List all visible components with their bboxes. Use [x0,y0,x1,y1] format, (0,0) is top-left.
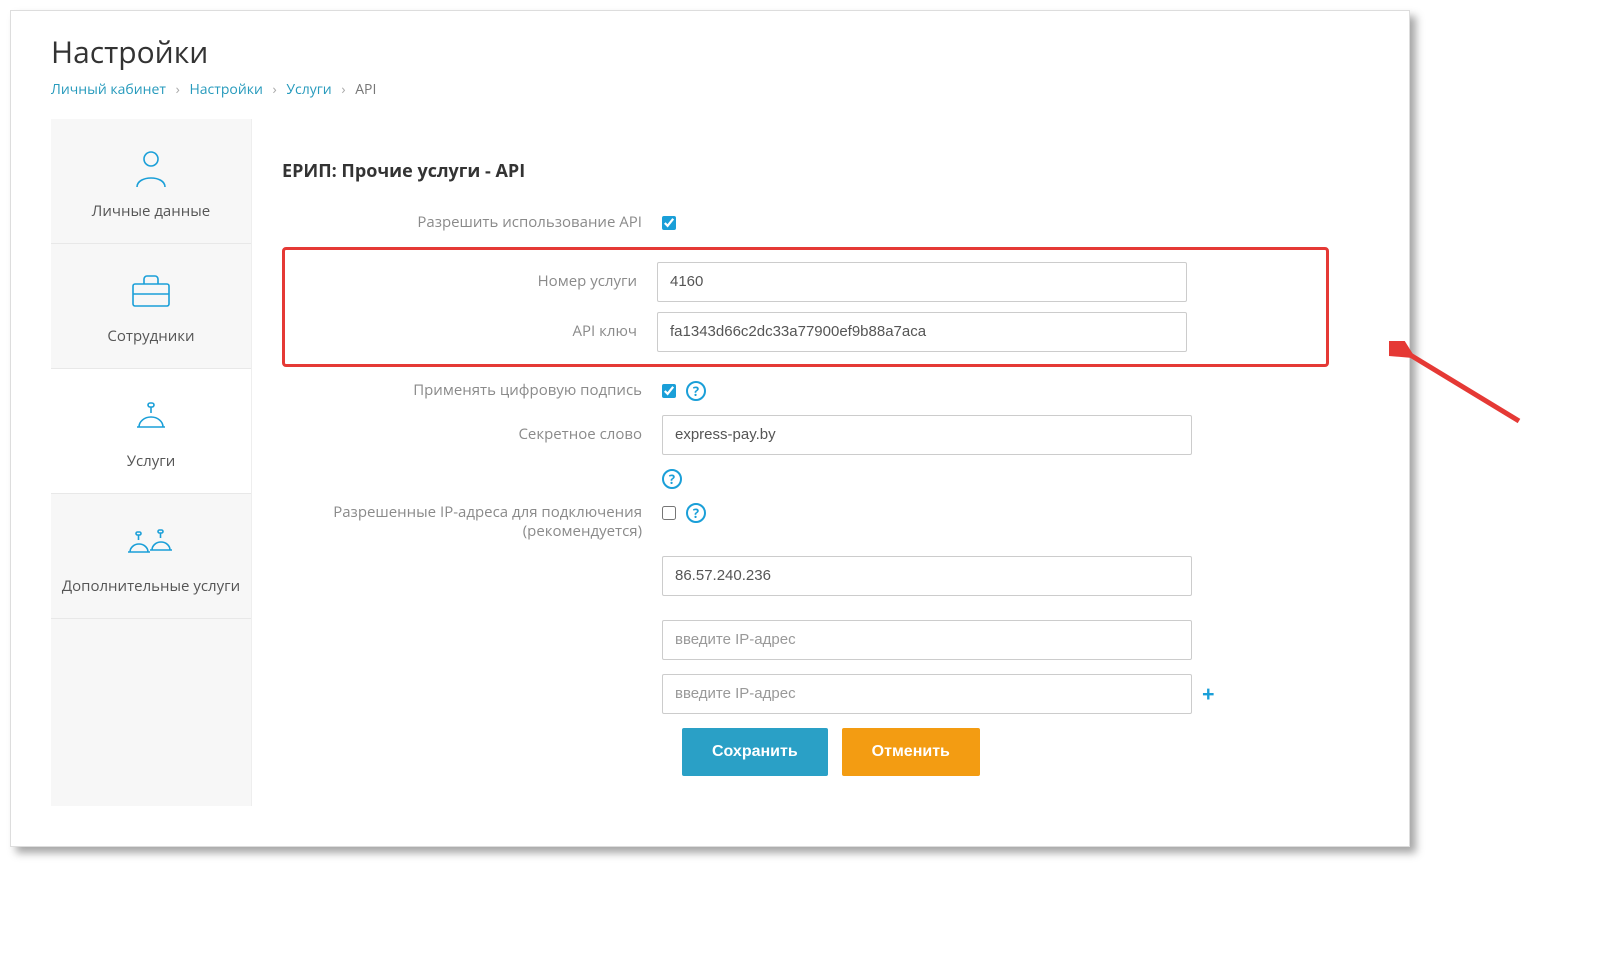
breadcrumb: Личный кабинет › Настройки › Услуги › AP… [51,80,1369,99]
sidebar: Личные данные Сотрудники Услуги Дополнит… [51,119,251,806]
save-button[interactable]: Сохранить [682,728,828,776]
row-ip-3: + [282,674,1329,714]
highlight-box: Номер услуги API ключ [282,247,1329,367]
sidebar-item-label: Личные данные [92,201,210,221]
chevron-right-icon: › [341,80,345,99]
label-allowed-ip: Разрешенные IP-адреса для подключения (р… [282,503,662,542]
annotation-arrow-icon [1389,341,1529,431]
help-icon[interactable]: ? [686,503,706,523]
label-secret: Секретное слово [282,425,662,445]
sidebar-item-services[interactable]: Услуги [51,369,251,494]
row-ip-1 [282,556,1329,606]
chevron-right-icon: › [273,80,277,99]
bells-icon [61,524,241,564]
row-digital-sign: Применять цифровую подпись ? [282,381,1329,401]
breadcrumb-link-cabinet[interactable]: Личный кабинет [51,80,166,99]
row-allow-api: Разрешить использование API [282,213,1329,233]
bell-icon [61,399,241,439]
row-secret: Секретное слово [282,415,1329,455]
input-ip-2[interactable] [662,620,1192,660]
sidebar-item-label: Дополнительные услуги [62,576,240,596]
label-allow-api: Разрешить использование API [282,213,662,233]
input-service-number[interactable] [657,262,1187,302]
breadcrumb-link-settings[interactable]: Настройки [189,80,262,99]
row-service-number: Номер услуги [297,262,1314,302]
label-digital-sign: Применять цифровую подпись [282,381,662,401]
input-api-key[interactable] [657,312,1187,352]
plus-icon[interactable]: + [1202,679,1215,709]
sidebar-item-label: Услуги [127,451,176,471]
row-secret-help: ? [282,469,1329,489]
input-ip-1[interactable] [662,556,1192,596]
help-icon[interactable]: ? [662,469,682,489]
breadcrumb-current: API [355,80,376,99]
buttons-row: Сохранить Отменить [682,728,1329,776]
input-secret[interactable] [662,415,1192,455]
breadcrumb-link-services[interactable]: Услуги [286,80,331,99]
person-icon [61,149,241,189]
page-title: Настройки [51,31,1369,72]
section-title: ЕРИП: Прочие услуги - API [282,159,1329,183]
settings-window: Настройки Личный кабинет › Настройки › У… [10,10,1410,847]
row-api-key: API ключ [297,312,1314,352]
label-api-key: API ключ [297,322,657,342]
main-content: ЕРИП: Прочие услуги - API Разрешить испо… [251,119,1369,806]
checkbox-allow-api[interactable] [662,216,676,230]
sidebar-item-employees[interactable]: Сотрудники [51,244,251,369]
label-service-number: Номер услуги [297,272,657,292]
sidebar-item-label: Сотрудники [107,326,194,346]
row-allowed-ip: Разрешенные IP-адреса для подключения (р… [282,503,1329,542]
briefcase-icon [61,274,241,314]
cancel-button[interactable]: Отменить [842,728,980,776]
row-ip-2 [282,620,1329,660]
input-ip-3[interactable] [662,674,1192,714]
checkbox-digital-sign[interactable] [662,384,676,398]
help-icon[interactable]: ? [686,381,706,401]
chevron-right-icon: › [176,80,180,99]
checkbox-allowed-ip[interactable] [662,506,676,520]
sidebar-item-addservices[interactable]: Дополнительные услуги [51,494,251,619]
sidebar-item-personal[interactable]: Личные данные [51,119,251,244]
